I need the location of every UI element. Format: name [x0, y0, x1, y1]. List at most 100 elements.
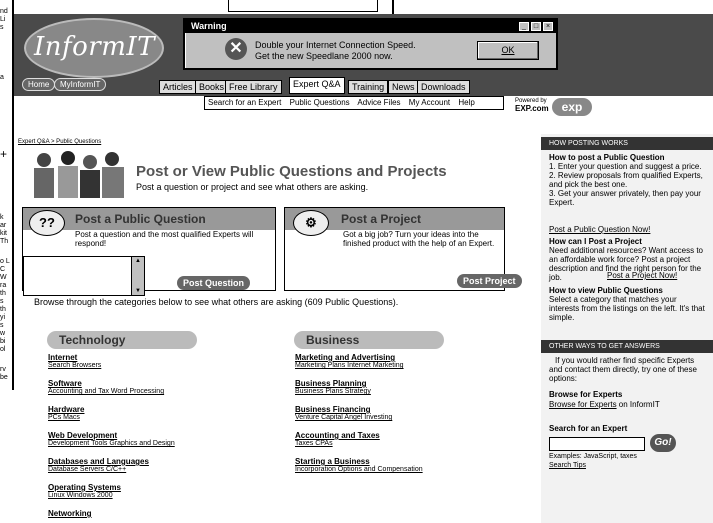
- top-edge-control[interactable]: [228, 0, 378, 12]
- category-business-financing[interactable]: Business Financing Venture Capital Angel…: [295, 405, 392, 421]
- tab-training[interactable]: Training: [348, 80, 389, 94]
- exp-logo[interactable]: exp: [552, 98, 592, 116]
- post-question-desc: Post a question and the most qualified E…: [75, 230, 254, 248]
- category-title[interactable]: Networking: [48, 509, 92, 518]
- category-sub[interactable]: Linux Windows 2000: [48, 492, 121, 499]
- subnav-search-expert[interactable]: Search for an Expert: [208, 98, 281, 107]
- category-sub[interactable]: Accounting and Tax Word Processing: [48, 388, 164, 395]
- category-web-development[interactable]: Web Development Development Tools Graphi…: [48, 431, 175, 447]
- category-sub[interactable]: Incorporation Options and Compensation: [295, 466, 423, 473]
- maximize-button[interactable]: □: [531, 22, 541, 31]
- window-fragment: be: [0, 374, 8, 381]
- window-fragment: ra: [0, 282, 7, 289]
- category-sub[interactable]: Search Browsers: [48, 362, 101, 369]
- breadcrumb[interactable]: Expert Q&A > Public Questions: [18, 139, 101, 145]
- question-marks-icon: ??: [29, 210, 65, 236]
- post-project-button[interactable]: Post Project: [457, 274, 522, 288]
- category-title[interactable]: Business Planning: [295, 379, 371, 388]
- browse-experts-line: Browse for Experts on InformIT: [549, 400, 660, 409]
- ok-button[interactable]: OK: [477, 41, 539, 60]
- background-window: nd Li s a + k ar kit Th o L C W ra th s …: [0, 0, 14, 390]
- scroll-up-icon[interactable]: ▲: [132, 257, 144, 265]
- category-sub[interactable]: Marketing Plans Internet Marketing: [295, 362, 404, 369]
- ok-label: OK: [501, 45, 515, 55]
- window-fragment: a: [0, 74, 4, 81]
- category-marketing[interactable]: Marketing and Advertising Marketing Plan…: [295, 353, 404, 369]
- category-networking[interactable]: Networking: [48, 509, 92, 518]
- window-fragment: w: [0, 330, 6, 337]
- subnav-my-account[interactable]: My Account: [409, 98, 450, 107]
- category-title[interactable]: Databases and Languages: [48, 457, 149, 466]
- sidebar-text-4: If you would rather find specific Expert…: [549, 356, 697, 383]
- category-business-planning[interactable]: Business Planning Business Plans Strateg…: [295, 379, 371, 395]
- people-photo: [24, 146, 132, 200]
- window-fragment: o L: [0, 258, 10, 265]
- category-sub[interactable]: Development Tools Graphics and Design: [48, 440, 175, 447]
- category-accounting[interactable]: Accounting and Taxes Taxes CPAs: [295, 431, 380, 447]
- category-hardware[interactable]: Hardware PCs Macs: [48, 405, 84, 421]
- window-fragment: kit: [0, 230, 7, 237]
- subnav-help[interactable]: Help: [458, 98, 474, 107]
- close-button[interactable]: ×: [543, 22, 553, 31]
- go-button[interactable]: Go!: [650, 434, 676, 452]
- expert-search-input[interactable]: [549, 437, 645, 451]
- category-title[interactable]: Accounting and Taxes: [295, 431, 380, 440]
- myinformit-button[interactable]: MyInformIT: [54, 78, 107, 91]
- category-starting-business[interactable]: Starting a Business Incorporation Option…: [295, 457, 423, 473]
- category-title[interactable]: Web Development: [48, 431, 175, 440]
- how-posting-works-header: HOW POSTING WORKS: [541, 137, 713, 150]
- search-tips-link[interactable]: Search Tips: [549, 462, 586, 469]
- page-subtitle: Post a question or project and see what …: [136, 182, 369, 192]
- dialog-line-1: Double your Internet Connection Speed.: [255, 40, 416, 50]
- window-fragment: yi: [0, 314, 6, 321]
- category-internet[interactable]: Internet Search Browsers: [48, 353, 101, 369]
- expert-subnav: Search for an Expert Public Questions Ad…: [204, 96, 504, 110]
- window-fragment: nd: [0, 8, 8, 15]
- category-title[interactable]: Software: [48, 379, 164, 388]
- category-sub[interactable]: Taxes CPAs: [295, 440, 380, 447]
- post-project-now-link[interactable]: Post a Project Now!: [607, 271, 677, 280]
- sidebar-question-1: How to post a Public Question: [549, 153, 665, 162]
- window-fragment: s: [0, 298, 4, 305]
- browse-text: Browse through the categories below to s…: [34, 297, 399, 307]
- category-sub[interactable]: Business Plans Strategy: [295, 388, 371, 395]
- window-fragment: s: [0, 24, 4, 31]
- error-icon: ✕: [225, 38, 247, 60]
- tab-articles[interactable]: Articles: [159, 80, 197, 94]
- tab-expert-qa[interactable]: Expert Q&A: [289, 77, 345, 94]
- tab-downloads[interactable]: Downloads: [417, 80, 470, 94]
- tab-books[interactable]: Books: [195, 80, 229, 94]
- dialog-line-2: Get the new Speedlane 2000 now.: [255, 51, 393, 61]
- post-question-title: Post a Public Question: [75, 212, 206, 226]
- browse-experts-heading: Browse for Experts: [549, 390, 623, 399]
- category-title[interactable]: Internet: [48, 353, 101, 362]
- post-question-button[interactable]: Post Question: [177, 276, 251, 290]
- category-title[interactable]: Operating Systems: [48, 483, 121, 492]
- minimize-button[interactable]: _: [519, 22, 529, 31]
- subnav-public-questions[interactable]: Public Questions: [290, 98, 350, 107]
- category-software[interactable]: Software Accounting and Tax Word Process…: [48, 379, 164, 395]
- category-title[interactable]: Marketing and Advertising: [295, 353, 404, 362]
- category-title[interactable]: Hardware: [48, 405, 84, 414]
- home-button[interactable]: Home: [22, 78, 56, 91]
- textarea-scrollbar[interactable]: ▲ ▼: [131, 256, 145, 296]
- category-sub[interactable]: PCs Macs: [48, 414, 84, 421]
- category-title[interactable]: Starting a Business: [295, 457, 423, 466]
- category-sub[interactable]: Database Servers C/C++: [48, 466, 149, 473]
- window-fragment: th: [0, 306, 6, 313]
- window-fragment: k: [0, 214, 4, 221]
- scroll-down-icon[interactable]: ▼: [132, 287, 144, 295]
- category-title[interactable]: Business Financing: [295, 405, 392, 414]
- tab-news[interactable]: News: [388, 80, 419, 94]
- category-operating-systems[interactable]: Operating Systems Linux Windows 2000: [48, 483, 121, 499]
- tab-free-library[interactable]: Free Library: [225, 80, 282, 94]
- post-project-title: Post a Project: [341, 212, 422, 226]
- category-databases[interactable]: Databases and Languages Database Servers…: [48, 457, 149, 473]
- informit-logo[interactable]: InformIT: [24, 18, 164, 78]
- post-question-now-link[interactable]: Post a Public Question Now!: [549, 225, 650, 234]
- category-sub[interactable]: Venture Capital Angel Investing: [295, 414, 392, 421]
- question-textarea[interactable]: [23, 256, 145, 296]
- browse-experts-link[interactable]: Browse for Experts: [549, 400, 617, 409]
- subnav-advice-files[interactable]: Advice Files: [357, 98, 400, 107]
- warning-dialog: Warning _ □ × ✕ Double your Internet Con…: [183, 18, 558, 70]
